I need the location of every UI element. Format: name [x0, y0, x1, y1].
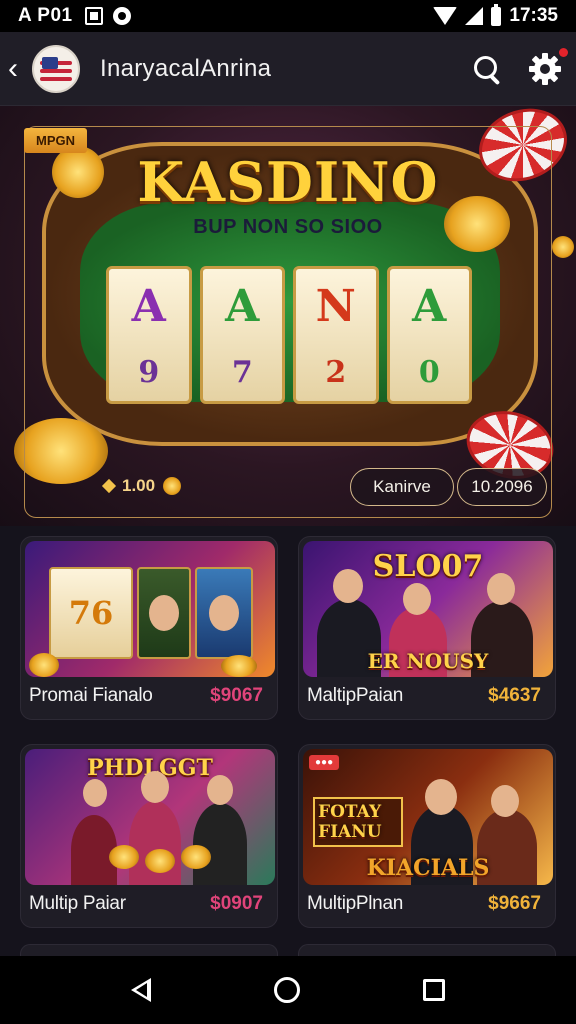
- game-title: MultipPlnan: [307, 893, 403, 914]
- face: [83, 779, 107, 807]
- next-card-peek: [298, 944, 556, 956]
- diamond-icon: [101, 478, 117, 494]
- reel: A 9: [106, 266, 192, 404]
- coin-icon: [109, 845, 139, 869]
- face: [491, 785, 519, 817]
- game-card[interactable]: 7 6 Promai Fianalo $9067: [20, 536, 278, 720]
- game-thumbnail: ●●● FOTAY FIANU KIACIALS: [303, 749, 553, 885]
- reel-symbol: A: [225, 280, 260, 332]
- face: [425, 779, 457, 815]
- face: [141, 771, 169, 803]
- game-card[interactable]: ●●● FOTAY FIANU KIACIALS MultipPlnan $96…: [298, 744, 556, 928]
- nav-back-icon[interactable]: [131, 978, 152, 1002]
- game-price: $4637: [488, 685, 541, 706]
- notification-icon: [84, 7, 103, 25]
- person-figure: [193, 803, 247, 885]
- coin-icon: [163, 477, 182, 495]
- thumbnail-sub-banner: KIACIALS: [366, 855, 490, 881]
- game-title: Promai Fianalo: [29, 685, 153, 706]
- coin-icon: [29, 653, 59, 677]
- app-title: InaryacalAnrina: [100, 54, 272, 82]
- game-price: $0907: [210, 893, 263, 914]
- game-price: $9067: [210, 685, 263, 706]
- face: [333, 569, 363, 603]
- thumbnail-sub-banner: ER NOUSY: [367, 649, 489, 673]
- reel-symbol: N: [315, 280, 356, 332]
- game-card[interactable]: SLO07 ER NOUSY MaltipPaian $4637: [298, 536, 556, 720]
- reel-symbol: A: [412, 280, 447, 332]
- reel: N 2: [293, 266, 379, 404]
- app-bar: ‹ InaryacalAnrina: [0, 32, 576, 106]
- portrait-reel: [195, 567, 253, 659]
- hero-pill-button[interactable]: Kanirve: [350, 468, 454, 506]
- thumbnail-banner: FOTAY FIANU: [313, 797, 403, 847]
- hero-subtitle: BUP NON SO SIOO: [193, 216, 383, 238]
- gear-icon[interactable]: [528, 47, 568, 86]
- face: [403, 583, 431, 615]
- portrait-reel: [137, 567, 191, 659]
- game-card[interactable]: PHDLGGT Multip Paiar $0907: [20, 744, 278, 928]
- status-clock: 17:35: [509, 5, 558, 26]
- reel: A 7: [199, 266, 285, 404]
- system-nav-bar: [0, 956, 576, 1024]
- back-icon[interactable]: ‹: [8, 53, 28, 84]
- hero-info-value: 1.00: [122, 476, 156, 495]
- hero-banner[interactable]: MPGN KASDINO BUP NON SO SIOO A 9 A 7 N 2…: [0, 106, 576, 526]
- game-thumbnail: PHDLGGT: [25, 749, 275, 885]
- nav-home-icon[interactable]: [273, 977, 300, 1003]
- reel-symbol: 0: [418, 354, 440, 390]
- signal-icon: [465, 7, 484, 25]
- reel-digit: 7: [68, 594, 91, 632]
- app-logo[interactable]: [32, 44, 80, 93]
- reel-symbol: 7: [231, 354, 253, 390]
- mini-reel: 7 6: [49, 567, 133, 659]
- battery-icon: [491, 3, 502, 26]
- game-price: $9667: [488, 893, 541, 914]
- thumbnail-badge: ●●●: [309, 755, 340, 770]
- game-grid: 7 6 Promai Fianalo $9067 SLO07 ER NOUSY: [20, 536, 558, 928]
- status-bar: A P01 17:35: [0, 0, 576, 32]
- coin-icon: [221, 655, 257, 677]
- wifi-icon: [433, 7, 458, 25]
- game-title: MaltipPaian: [307, 685, 403, 706]
- reel-symbol: 2: [325, 354, 347, 390]
- face: [487, 573, 515, 605]
- reel: A 0: [386, 266, 472, 404]
- notification-dot: [559, 47, 568, 57]
- search-icon[interactable]: [472, 54, 502, 84]
- next-card-peek: [20, 944, 278, 956]
- reel-symbol: A: [131, 280, 166, 332]
- nav-recents-icon[interactable]: [422, 979, 445, 1001]
- coin-icon: [181, 845, 211, 869]
- game-thumbnail: SLO07 ER NOUSY: [303, 541, 553, 677]
- status-left-time: A P01: [18, 5, 73, 26]
- slot-reels: A 9 A 7 N 2 A 0: [106, 266, 472, 404]
- reel-digit: 6: [91, 594, 114, 632]
- coin-icon: [145, 849, 175, 873]
- face: [207, 775, 233, 805]
- reel-symbol: 9: [138, 354, 160, 390]
- game-thumbnail: 7 6: [25, 541, 275, 677]
- hero-balance-pill[interactable]: 10.2096: [457, 468, 547, 506]
- hero-title: KASDINO: [137, 150, 439, 214]
- hero-info: 1.00: [101, 476, 182, 496]
- app-notification-icon: [112, 7, 131, 25]
- game-title: Multip Paiar: [29, 893, 126, 914]
- gold-coin-icon: [552, 236, 574, 258]
